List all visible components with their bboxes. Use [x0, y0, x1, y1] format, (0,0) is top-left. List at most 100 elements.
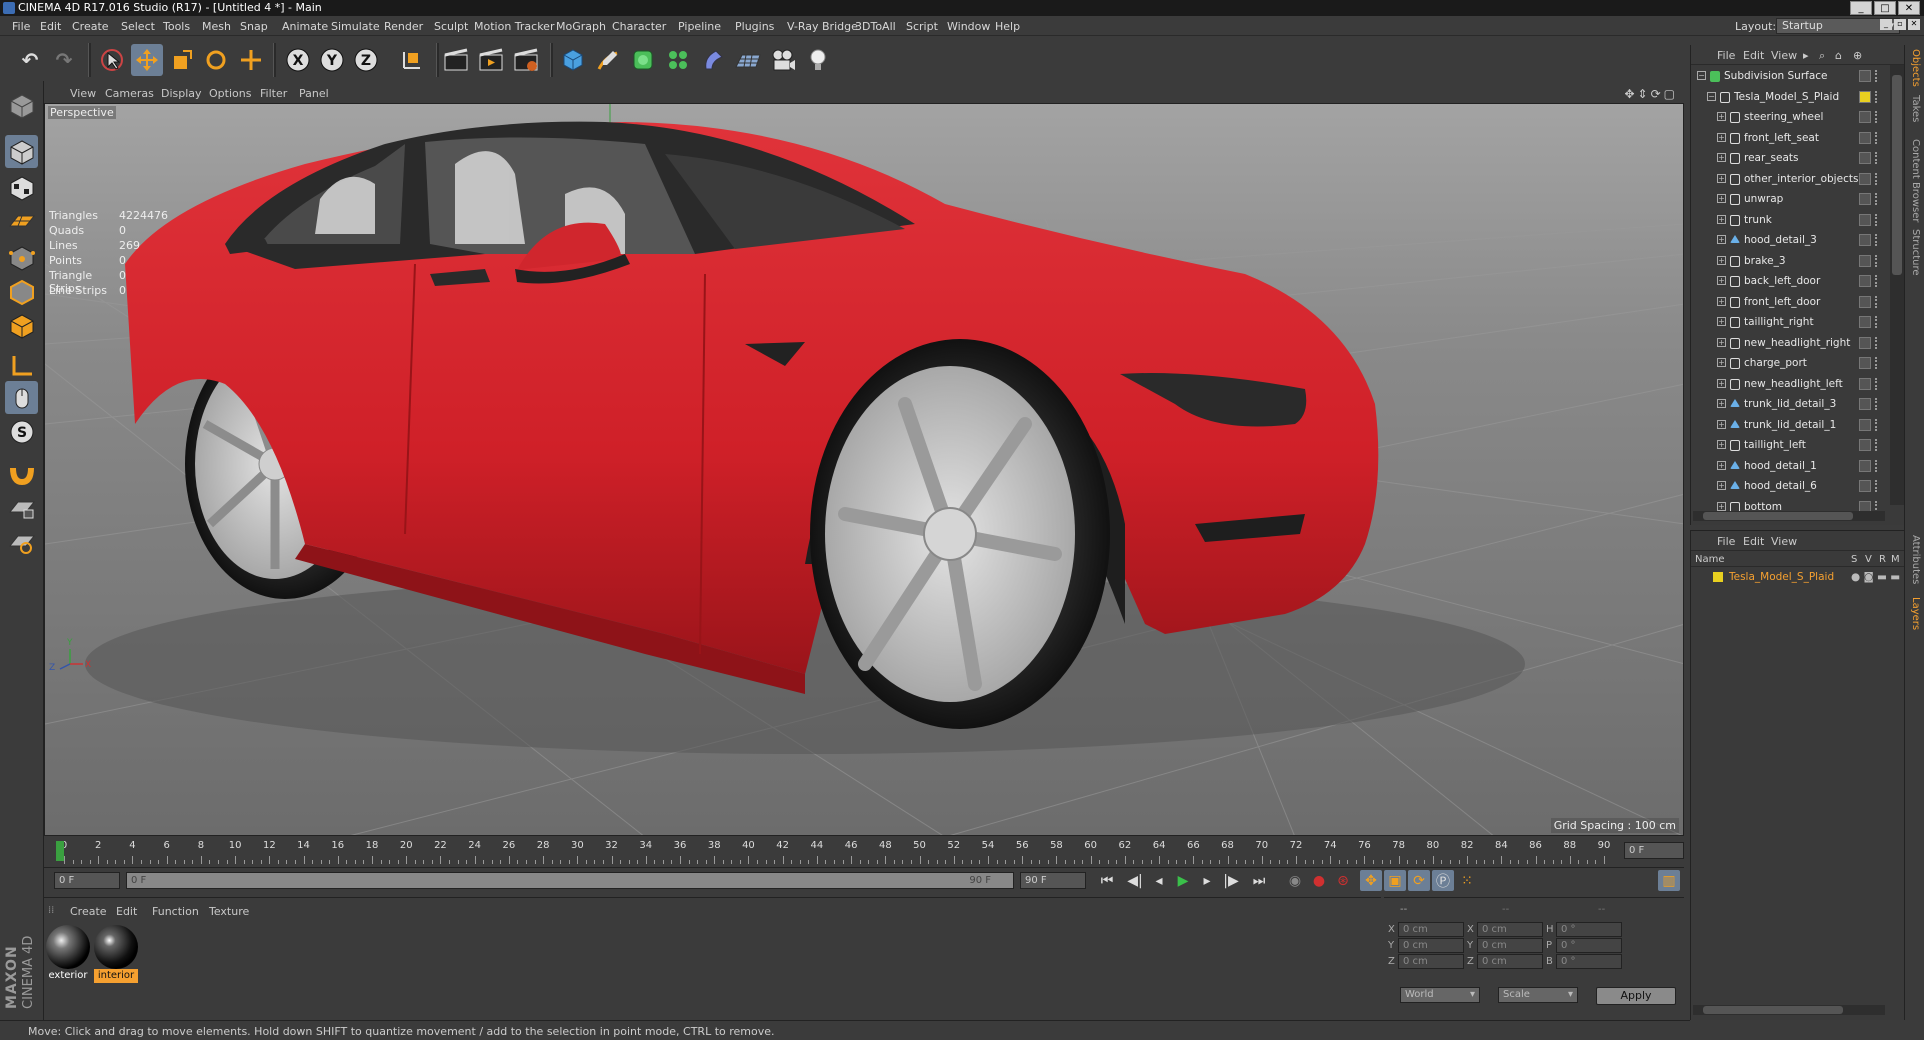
menu-character[interactable]: Character — [612, 20, 666, 33]
render-dots[interactable] — [1875, 213, 1881, 226]
current-frame-field[interactable]: 0 F — [1624, 842, 1684, 859]
object-row[interactable]: + new_headlight_left — [1691, 374, 1885, 394]
object-row[interactable]: + new_headlight_right — [1691, 333, 1885, 353]
size-mode-select[interactable]: Scale ▾ — [1498, 987, 1578, 1003]
key-position-button[interactable]: ✥ — [1360, 870, 1382, 891]
viewport-menu-panel[interactable]: Panel — [299, 87, 329, 100]
object-row[interactable]: + hood_detail_3 — [1691, 230, 1885, 250]
obj-menu-view[interactable]: View — [1771, 49, 1797, 62]
object-row[interactable]: + trunk — [1691, 210, 1885, 230]
render-dots[interactable] — [1875, 316, 1881, 328]
render-dots[interactable] — [1875, 439, 1881, 451]
menu-pipeline[interactable]: Pipeline — [678, 20, 721, 33]
menu-sculpt[interactable]: Sculpt — [434, 20, 468, 33]
expand-icon[interactable]: + — [1717, 153, 1726, 162]
min-icon[interactable]: _ — [1880, 19, 1892, 30]
expand-icon[interactable]: + — [1717, 337, 1726, 347]
workplane-mode-button[interactable] — [5, 205, 38, 238]
object-row[interactable]: + steering_wheel — [1691, 107, 1885, 127]
visibility-toggle[interactable] — [1859, 172, 1871, 185]
expand-icon[interactable]: + — [1717, 501, 1726, 511]
redo-button[interactable]: ↷ — [48, 44, 80, 76]
move-button[interactable] — [131, 44, 163, 76]
object-row[interactable]: + hood_detail_1 — [1691, 456, 1885, 476]
texture-mode-button[interactable] — [5, 171, 38, 204]
layer-column-header[interactable]: Name — [1695, 554, 1725, 565]
menu-script[interactable]: Script — [906, 20, 938, 33]
visibility-toggle[interactable] — [1859, 213, 1871, 226]
render-dots[interactable] — [1875, 193, 1881, 205]
visibility-toggle[interactable] — [1859, 152, 1871, 164]
go-to-end-button[interactable]: ⏭ — [1248, 870, 1270, 891]
object-row[interactable]: + front_left_seat — [1691, 128, 1885, 148]
menu-tools[interactable]: Tools — [163, 20, 190, 33]
menu-v-ray-bridge[interactable]: V-Ray Bridge — [787, 20, 858, 33]
snapping-button[interactable] — [5, 455, 38, 488]
layer-column-header[interactable]: M — [1891, 554, 1900, 565]
visibility-toggle[interactable] — [1859, 193, 1871, 205]
edges-mode-button[interactable] — [5, 275, 38, 308]
render-dots[interactable] — [1875, 111, 1881, 123]
render-dots[interactable] — [1875, 172, 1881, 185]
visibility-toggle[interactable] — [1859, 70, 1871, 82]
object-row[interactable]: + other_interior_objects — [1691, 169, 1885, 189]
coord-size-field[interactable]: 0 cm — [1477, 922, 1543, 937]
render-dots[interactable] — [1875, 418, 1881, 431]
object-row[interactable]: + trunk_lid_detail_3 — [1691, 394, 1885, 414]
menu-mesh[interactable]: Mesh — [202, 20, 231, 33]
rotate-button[interactable] — [200, 44, 232, 76]
visibility-toggle[interactable] — [1859, 439, 1871, 451]
menu-simulate[interactable]: Simulate — [331, 20, 380, 33]
object-row[interactable]: + trunk_lid_detail_1 — [1691, 415, 1885, 435]
layer-flags-icons[interactable]: ● ◙ ▬ ▬ — [1851, 568, 1900, 586]
camera-button[interactable] — [767, 44, 799, 76]
obj-menu-file[interactable]: File — [1717, 49, 1735, 62]
viewport-camera-label[interactable]: Perspective — [48, 106, 116, 119]
layer-row[interactable]: Tesla_Model_S_Plaid ● ◙ ▬ ▬ — [1691, 568, 1905, 586]
visibility-toggle[interactable] — [1859, 111, 1871, 123]
side-tab-structure[interactable]: Structure — [1910, 229, 1921, 276]
expand-icon[interactable]: + — [1717, 132, 1726, 142]
render-dots[interactable] — [1875, 336, 1881, 349]
expand-icon[interactable]: + — [1717, 112, 1726, 121]
make-editable-button[interactable] — [5, 89, 38, 122]
object-row[interactable]: − Subdivision Surface — [1691, 66, 1885, 86]
coord-rot-field[interactable]: 0 ° — [1556, 922, 1622, 937]
perspective-viewport[interactable]: Y Z X Perspective Triangles 4224476 Quads 0… — [44, 103, 1684, 836]
object-row[interactable]: + taillight_right — [1691, 312, 1885, 332]
layer-menu-edit[interactable]: Edit — [1743, 535, 1764, 548]
coord-rot-field[interactable]: 0 ° — [1556, 954, 1622, 969]
timeline-window-button[interactable]: ▥ — [1658, 870, 1680, 891]
layer-color-swatch[interactable] — [1713, 572, 1723, 582]
expand-icon[interactable]: + — [1717, 194, 1726, 203]
render-dots[interactable] — [1875, 275, 1881, 287]
record-button[interactable]: ● — [1308, 870, 1330, 891]
menu-mograph[interactable]: MoGraph — [556, 20, 606, 33]
pen-spline-button[interactable] — [592, 44, 624, 76]
object-row[interactable]: + unwrap — [1691, 189, 1885, 209]
viewport-menu-filter[interactable]: Filter — [260, 87, 287, 100]
arrow-right-icon[interactable]: ▸ — [1803, 49, 1809, 62]
expand-icon[interactable]: + — [1717, 378, 1726, 388]
restore-icon[interactable]: ▫ — [1894, 19, 1906, 30]
autokey-button[interactable]: ⊛ — [1332, 870, 1354, 891]
render-dots[interactable] — [1875, 459, 1881, 472]
key-parameter-button[interactable]: Ⓟ — [1432, 870, 1454, 891]
apply-button[interactable]: Apply — [1596, 987, 1676, 1005]
menu-select[interactable]: Select — [121, 20, 155, 33]
object-list-hscroll[interactable] — [1693, 511, 1885, 521]
maximize-button[interactable]: □ — [1874, 1, 1896, 15]
undo-button[interactable]: ↶ — [14, 44, 46, 76]
expand-icon[interactable]: + — [1717, 419, 1726, 429]
preview-range-slider[interactable]: 0 F 90 F — [126, 872, 1014, 889]
y-axis-lock-button[interactable]: Y — [316, 44, 348, 76]
close-button[interactable]: ✕ — [1898, 1, 1920, 15]
menu-file[interactable]: File — [12, 20, 30, 33]
viewport-menu-display[interactable]: Display — [161, 87, 202, 100]
timeline-ruler[interactable]: 0 2 4 6 8 10 12 14 16 18 20 22 24 26 28 30 32 34 36 38 40 42 4… — [44, 836, 1684, 868]
layer-column-header[interactable]: V — [1865, 554, 1872, 565]
layer-column-header[interactable]: S — [1851, 554, 1857, 565]
key-rotation-button[interactable]: ⟳ — [1408, 870, 1430, 891]
visibility-toggle[interactable] — [1859, 418, 1871, 431]
render-dots[interactable] — [1875, 70, 1881, 82]
